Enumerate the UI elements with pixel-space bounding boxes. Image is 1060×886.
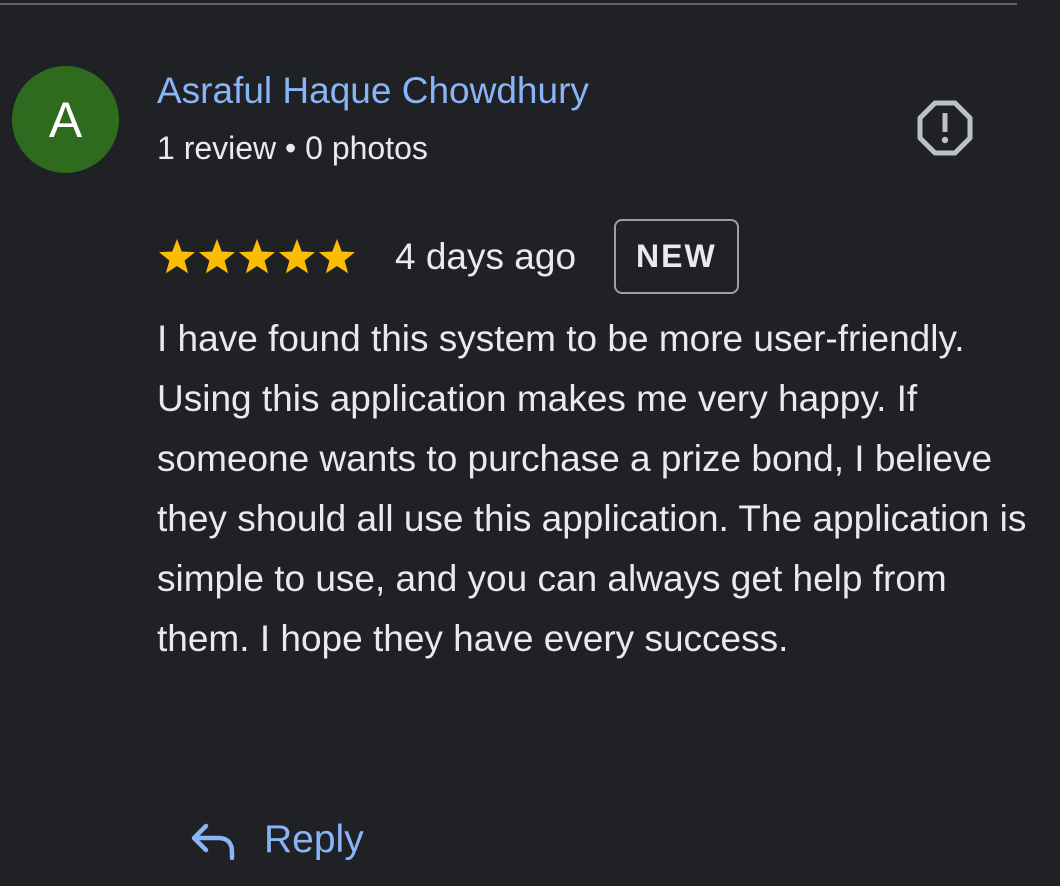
rating-row: 4 days ago NEW — [157, 219, 739, 294]
report-flag-icon[interactable] — [916, 99, 974, 157]
avatar[interactable]: A — [12, 66, 119, 173]
star-icon — [318, 238, 356, 273]
reply-arrow-icon — [191, 823, 235, 860]
new-badge: NEW — [614, 219, 739, 294]
review-text: I have found this system to be more user… — [157, 318, 1027, 659]
star-icon — [198, 238, 236, 273]
star-icon — [238, 238, 276, 273]
author-meta: 1 review • 0 photos — [157, 130, 428, 166]
author-name-link[interactable]: Asraful Haque Chowdhury — [157, 70, 589, 112]
star-icon — [158, 238, 196, 273]
star-rating — [157, 237, 357, 277]
top-divider — [0, 3, 1017, 5]
star-icon — [278, 238, 316, 273]
review-date: 4 days ago — [395, 235, 577, 277]
avatar-initial: A — [48, 91, 83, 148]
reply-label: Reply — [264, 818, 364, 861]
reply-button[interactable]: Reply — [190, 810, 364, 870]
